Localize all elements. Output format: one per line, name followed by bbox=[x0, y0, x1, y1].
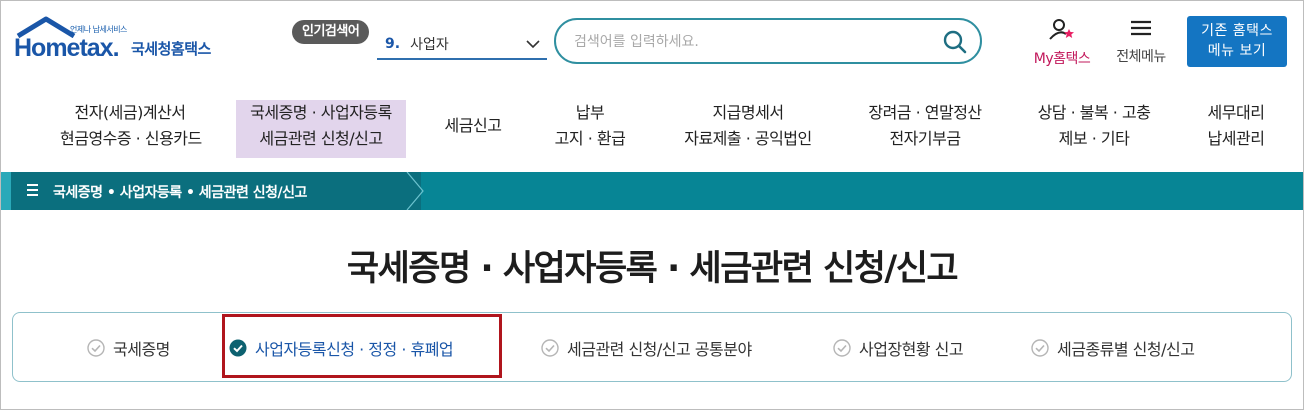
subtab-bar: 국세증명 사업자등록신청 · 정정 · 휴폐업 세금관련 신청/신고 공통분야 … bbox=[12, 312, 1292, 382]
nav-item-line2: 자료제출 · 공익법인 bbox=[684, 129, 812, 148]
nav-item-line1: 세금신고 bbox=[444, 116, 502, 135]
nav-item-line2: 제보 · 기타 bbox=[1058, 129, 1130, 148]
breadcrumb-accent bbox=[1, 172, 11, 210]
check-circle-icon bbox=[541, 339, 559, 357]
popular-search-select[interactable]: 9. 사업자 bbox=[377, 30, 547, 60]
nav-item-incentives-yearend[interactable]: 장려금 · 연말정산 전자기부금 bbox=[850, 100, 1000, 158]
nav-item-tax-return[interactable]: 세금신고 bbox=[430, 100, 516, 158]
popular-search-rank: 9. bbox=[385, 36, 401, 52]
check-circle-icon bbox=[833, 339, 851, 357]
popular-search-term: 사업자 bbox=[410, 37, 449, 53]
subtab-common-filing[interactable]: 세금관련 신청/신고 공통분야 bbox=[541, 337, 752, 359]
popular-search-badge: 인기검색어 bbox=[292, 20, 370, 44]
search-icon[interactable] bbox=[942, 29, 968, 55]
breadcrumb: 국세증명 • 사업자등록 • 세금관련 신청/신고 bbox=[1, 172, 1303, 210]
nav-item-line1: 국세증명 · 사업자등록 bbox=[250, 103, 392, 122]
my-hometax-button[interactable]: My홈택스 bbox=[1024, 18, 1100, 68]
nav-item-line2: 현금영수증 · 신용카드 bbox=[60, 129, 202, 148]
subtab-label: 세금관련 신청/신고 공통분야 bbox=[567, 340, 752, 359]
nav-item-certificates-registration[interactable]: 국세증명 · 사업자등록 세금관련 신청/신고 bbox=[236, 100, 406, 158]
nav-item-consultation[interactable]: 상담 · 불복 · 고충 제보 · 기타 bbox=[1024, 100, 1164, 158]
check-circle-icon bbox=[1031, 339, 1049, 357]
check-circle-icon bbox=[87, 339, 105, 357]
logo-wordmark: Hometax. bbox=[14, 34, 120, 62]
menu-list-icon bbox=[27, 184, 39, 198]
nav-item-line1: 지급명세서 bbox=[712, 103, 784, 122]
nav-item-line1: 납부 bbox=[575, 103, 605, 122]
nav-item-line1: 상담 · 불복 · 고충 bbox=[1037, 103, 1151, 122]
hometax-logo[interactable]: 언제나 납세서비스 Hometax. 국세청홈택스 bbox=[14, 16, 234, 72]
subtab-national-tax-certificate[interactable]: 국세증명 bbox=[87, 337, 170, 359]
breadcrumb-arrow-icon bbox=[405, 172, 424, 210]
nav-item-e-invoice[interactable]: 전자(세금)계산서 현금영수증 · 신용카드 bbox=[60, 100, 202, 158]
subtab-tax-type-filing[interactable]: 세금종류별 신청/신고 bbox=[1031, 337, 1195, 359]
nav-item-tax-agent[interactable]: 세무대리 납세관리 bbox=[1194, 100, 1278, 158]
nav-item-line1: 전자(세금)계산서 bbox=[74, 103, 186, 122]
chevron-down-icon bbox=[526, 40, 540, 49]
subtab-label: 사업장현황 신고 bbox=[859, 340, 964, 359]
subtab-label: 국세증명 bbox=[113, 340, 170, 359]
nav-item-line2: 고지 · 환급 bbox=[554, 129, 626, 148]
search-box bbox=[554, 18, 982, 64]
page-title: 국세증명 · 사업자등록 · 세금관련 신청/신고 bbox=[346, 249, 959, 289]
breadcrumb-segment[interactable]: 국세증명 • 사업자등록 • 세금관련 신청/신고 bbox=[1, 172, 421, 210]
subtab-business-status-report[interactable]: 사업장현황 신고 bbox=[833, 337, 964, 359]
nav-item-line1: 세무대리 bbox=[1207, 103, 1265, 122]
nav-item-line1: 장려금 · 연말정산 bbox=[868, 103, 982, 122]
breadcrumb-text: 국세증명 • 사업자등록 • 세금관련 신청/신고 bbox=[53, 185, 307, 201]
legacy-menu-line1: 기존 홈택스 bbox=[1201, 23, 1273, 39]
nav-item-line2: 세금관련 신청/신고 bbox=[259, 129, 383, 148]
nav-item-line2: 전자기부금 bbox=[889, 129, 961, 148]
all-menu-button[interactable]: 전체메뉴 bbox=[1108, 18, 1174, 66]
logo-korean-name: 국세청홈택스 bbox=[131, 40, 211, 58]
my-hometax-label: My홈택스 bbox=[1033, 51, 1091, 67]
user-star-icon bbox=[1049, 19, 1074, 40]
nav-item-line2: 납세관리 bbox=[1207, 129, 1265, 148]
highlight-annotation-box bbox=[222, 314, 502, 378]
legacy-menu-line2: 메뉴 보기 bbox=[1207, 43, 1267, 59]
all-menu-label: 전체메뉴 bbox=[1116, 49, 1166, 65]
nav-item-payment-statements[interactable]: 지급명세서 자료제출 · 공익법인 bbox=[668, 100, 828, 158]
subtab-label: 세금종류별 신청/신고 bbox=[1057, 340, 1195, 359]
hamburger-icon bbox=[1131, 20, 1151, 36]
nav-item-payment[interactable]: 납부 고지 · 환급 bbox=[540, 100, 640, 158]
legacy-menu-button[interactable]: 기존 홈택스 메뉴 보기 bbox=[1187, 16, 1287, 67]
search-input[interactable] bbox=[574, 31, 914, 53]
